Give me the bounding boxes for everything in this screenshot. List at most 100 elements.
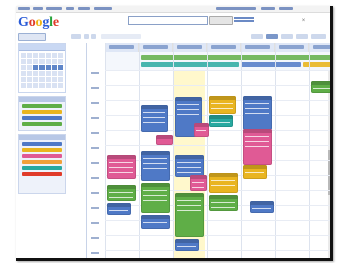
other-calendars-header[interactable]: [19, 135, 65, 140]
calendar-list-item[interactable]: [22, 166, 62, 170]
event-time-bar: [249, 201, 274, 205]
day-header-label: [143, 45, 168, 49]
day-divider: [275, 43, 276, 258]
tab-day[interactable]: [251, 34, 263, 39]
all-day-event[interactable]: [241, 62, 301, 67]
event-block[interactable]: [209, 173, 238, 193]
other-calendars-list[interactable]: [18, 134, 66, 194]
event-block[interactable]: [193, 123, 209, 137]
today-button[interactable]: [71, 34, 81, 39]
scrollbar-thumb[interactable]: [328, 150, 330, 195]
event-time-bar: [311, 81, 330, 85]
event-block[interactable]: [107, 203, 131, 215]
event-time-bar: [107, 203, 131, 207]
event-block[interactable]: [175, 193, 204, 237]
event-block[interactable]: [190, 175, 208, 191]
next-button[interactable]: [91, 34, 96, 39]
mini-calendar-days[interactable]: [19, 51, 65, 90]
tab-month[interactable]: [281, 34, 293, 39]
calendar-list-item[interactable]: [22, 122, 62, 126]
search-input[interactable]: [128, 16, 208, 25]
event-block[interactable]: [156, 135, 174, 145]
event-text-line: [245, 103, 269, 104]
view-toolbar: [71, 33, 329, 41]
day-header-wed[interactable]: [207, 43, 241, 52]
google-logo[interactable]: Google: [18, 15, 59, 31]
event-text-line: [109, 172, 133, 173]
event-block[interactable]: [243, 129, 272, 165]
tab-4days[interactable]: [296, 34, 308, 39]
event-block[interactable]: [209, 115, 233, 127]
calendar-list-item[interactable]: [22, 110, 62, 114]
day-header-mon[interactable]: [139, 43, 173, 52]
event-block[interactable]: [141, 183, 170, 213]
event-block[interactable]: [175, 155, 204, 177]
event-block[interactable]: [107, 185, 136, 201]
tab-agenda[interactable]: [311, 34, 326, 39]
event-block[interactable]: [243, 165, 267, 179]
event-block[interactable]: [141, 105, 168, 132]
all-day-event[interactable]: [141, 62, 239, 67]
day-header-tue[interactable]: [173, 43, 207, 52]
event-block[interactable]: [249, 201, 274, 213]
calendar-list-item[interactable]: [22, 160, 62, 164]
day-divider: [241, 43, 242, 258]
all-day-event[interactable]: [303, 62, 330, 67]
event-text-line: [245, 108, 269, 109]
event-text-line: [177, 167, 201, 168]
event-time-bar: [141, 183, 170, 187]
hour-label: [91, 207, 99, 209]
hour-line: [105, 235, 330, 236]
time-gutter: [87, 70, 106, 258]
event-block[interactable]: [209, 195, 238, 211]
calendar-list-item[interactable]: [22, 142, 62, 146]
mini-calendar[interactable]: [18, 43, 66, 93]
event-time-bar: [141, 215, 170, 219]
event-time-bar: [175, 193, 204, 197]
calendar-list-item[interactable]: [22, 154, 62, 158]
hour-label: [91, 252, 99, 254]
day-header-sat[interactable]: [309, 43, 330, 52]
event-block[interactable]: [175, 239, 199, 251]
event-text-line: [109, 162, 133, 163]
event-text-line: [251, 208, 271, 209]
event-text-line: [211, 180, 235, 181]
day-header-fri[interactable]: [275, 43, 309, 52]
event-block[interactable]: [141, 215, 170, 229]
week-grid[interactable]: [86, 43, 330, 258]
event-time-bar: [141, 105, 168, 109]
calendar-list-item[interactable]: [22, 104, 62, 108]
my-calendars-header[interactable]: [19, 97, 65, 102]
close-icon[interactable]: ×: [300, 18, 307, 24]
event-block[interactable]: [107, 155, 136, 179]
my-calendars-list[interactable]: [18, 96, 66, 131]
day-header-label: [279, 45, 304, 49]
search-options-links[interactable]: [234, 17, 254, 22]
scrollbar[interactable]: [328, 70, 330, 258]
day-header-sun[interactable]: [105, 43, 139, 52]
all-day-event[interactable]: [141, 55, 330, 60]
event-time-bar: [243, 165, 267, 169]
day-header-thu[interactable]: [241, 43, 275, 52]
day-header-label: [211, 45, 236, 49]
event-block[interactable]: [243, 96, 272, 130]
day-divider: [173, 43, 174, 258]
create-event-button[interactable]: [18, 33, 46, 41]
event-block[interactable]: [311, 81, 330, 93]
event-time-bar: [209, 96, 236, 100]
event-text-line: [143, 190, 167, 191]
calendar-list-item[interactable]: [22, 172, 62, 176]
tab-week[interactable]: [266, 34, 278, 39]
event-block[interactable]: [209, 96, 236, 114]
event-time-bar: [209, 115, 233, 119]
calendar-list-item[interactable]: [22, 116, 62, 120]
event-time-bar: [209, 173, 238, 177]
calendar-list-item[interactable]: [22, 148, 62, 152]
search-button[interactable]: [209, 16, 233, 25]
hour-line: [105, 250, 330, 251]
event-block[interactable]: [141, 151, 170, 181]
day-header-label: [313, 45, 330, 49]
hour-label: [91, 72, 99, 74]
event-text-line: [109, 167, 133, 168]
prev-button[interactable]: [84, 34, 89, 39]
